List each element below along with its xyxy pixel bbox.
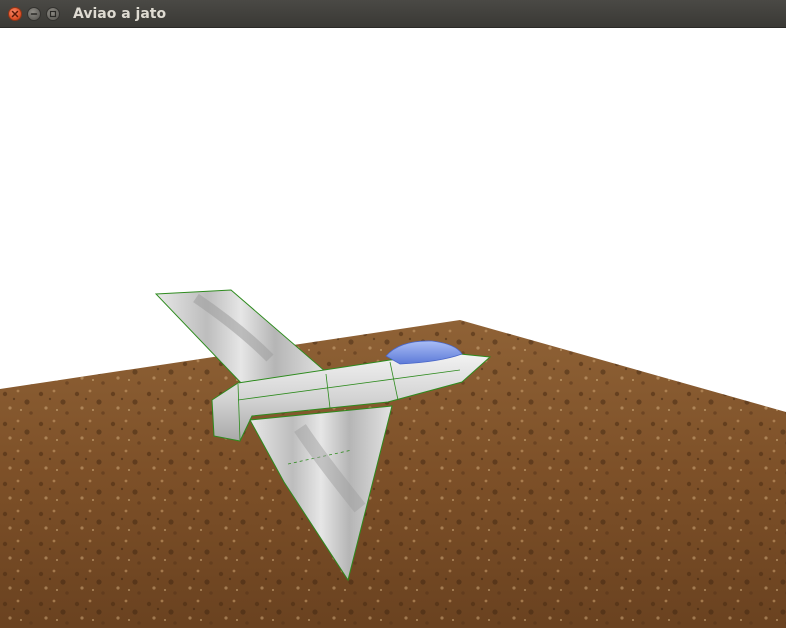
window-titlebar[interactable]: Aviao a jato [0, 0, 786, 28]
window-title: Aviao a jato [73, 6, 167, 22]
minimize-window-button[interactable] [27, 7, 41, 21]
scene-canvas[interactable] [0, 28, 786, 628]
close-icon [11, 10, 19, 18]
maximize-window-button[interactable] [46, 7, 60, 21]
opengl-viewport[interactable] [0, 28, 786, 628]
close-window-button[interactable] [8, 7, 22, 21]
maximize-icon [49, 10, 57, 18]
minimize-icon [30, 13, 38, 15]
